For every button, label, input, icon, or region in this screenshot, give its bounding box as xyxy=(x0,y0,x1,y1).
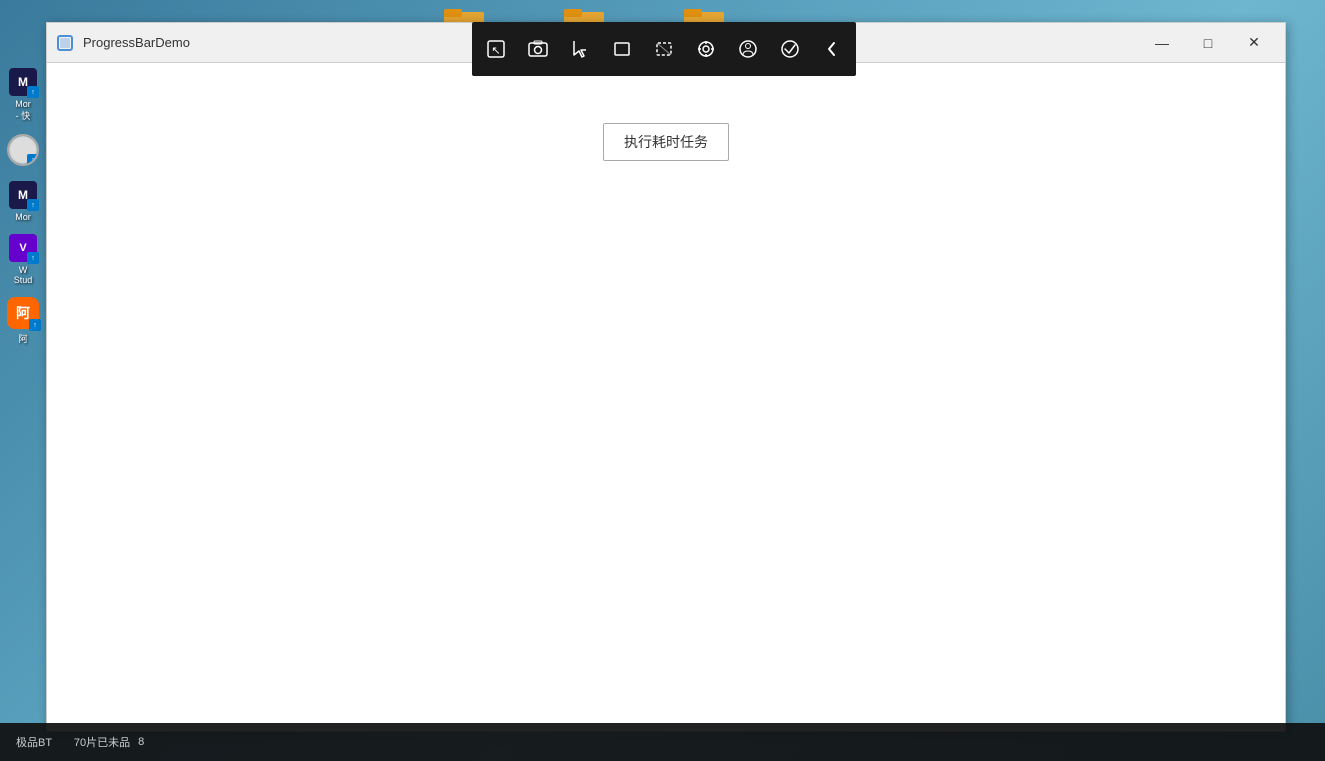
taskbar-bottom-number: 8 xyxy=(138,736,144,748)
desktop-icon-mor[interactable]: M ↑ Mor- 快 xyxy=(0,60,46,126)
toolbar-btn-back[interactable] xyxy=(812,29,852,69)
left-desktop-icons: M ↑ Mor- 快 ↑ M ↑ Mor V ↑ xyxy=(0,60,46,349)
toolbar-btn-target[interactable] xyxy=(686,29,726,69)
app-window: ProgressBarDemo — □ ✕ 执行耗时任务 xyxy=(46,22,1286,732)
desktop-icon-circle[interactable]: ↑ xyxy=(0,126,46,173)
toolbar-btn-pointer[interactable]: ↖ xyxy=(476,29,516,69)
svg-text:↖: ↖ xyxy=(491,45,500,57)
taskbar-bottom: 极品BT 70片已未品 8 xyxy=(0,723,1325,761)
execute-task-button[interactable]: 执行耗时任务 xyxy=(603,123,729,161)
desktop-icon-mor2[interactable]: M ↑ Mor xyxy=(0,173,46,226)
toolbar-btn-camera[interactable] xyxy=(518,29,558,69)
app-icon xyxy=(55,33,75,53)
taskbar-bottom-text: 极品BT 70片已未品 xyxy=(16,734,130,750)
window-controls: — □ ✕ xyxy=(1139,28,1277,58)
desktop-icon-alibaba[interactable]: 阿 ↑ 阿 xyxy=(0,289,46,349)
app-content: 执行耗时任务 xyxy=(47,63,1285,731)
maximize-button[interactable]: □ xyxy=(1185,28,1231,58)
close-button[interactable]: ✕ xyxy=(1231,28,1277,58)
toolbar: ↖ xyxy=(472,22,856,76)
toolbar-btn-region[interactable] xyxy=(644,29,684,69)
toolbar-btn-check[interactable] xyxy=(770,29,810,69)
toolbar-btn-select[interactable] xyxy=(560,29,600,69)
desktop-icon-vstudio[interactable]: V ↑ WStud xyxy=(0,226,46,289)
minimize-button[interactable]: — xyxy=(1139,28,1185,58)
toolbar-btn-rect[interactable] xyxy=(602,29,642,69)
toolbar-btn-person[interactable] xyxy=(728,29,768,69)
